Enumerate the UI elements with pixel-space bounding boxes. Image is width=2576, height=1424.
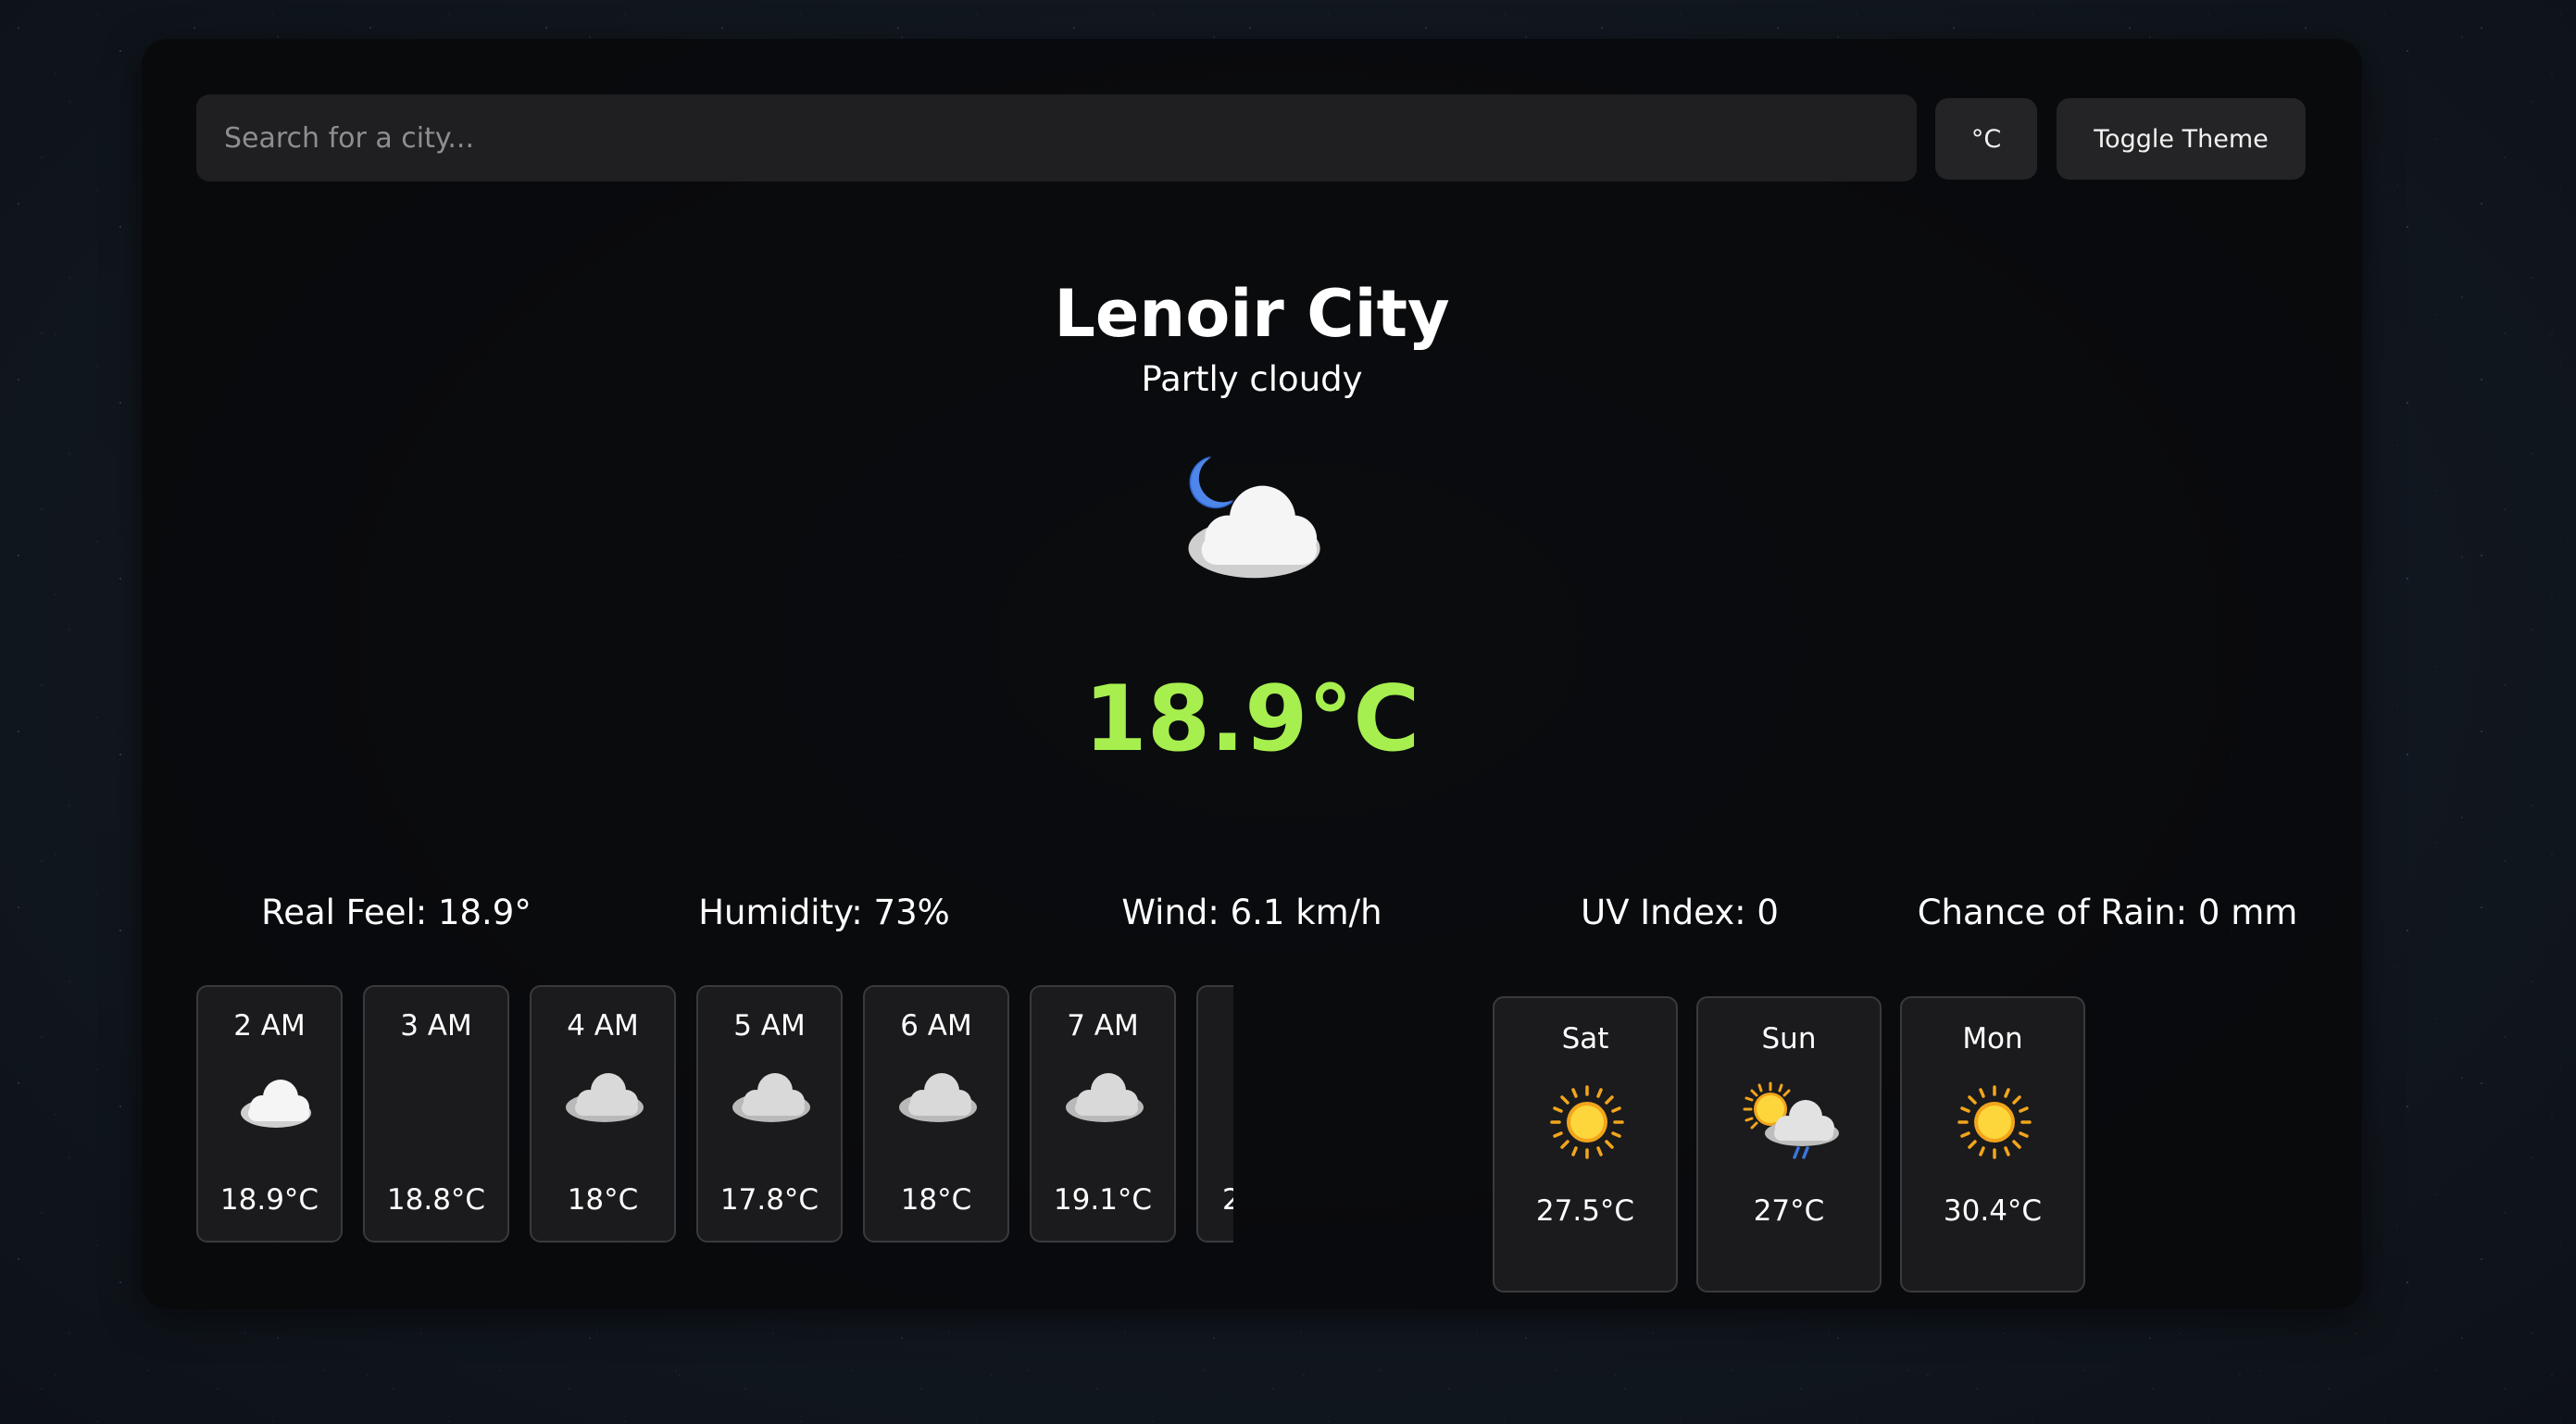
hourly-card: 6 AM 18°C xyxy=(863,985,1009,1243)
moon-cloud-icon xyxy=(225,1054,318,1137)
hourly-temperature: 18.9°C xyxy=(219,1183,319,1217)
city-name: Lenoir City xyxy=(1054,276,1450,352)
cloud-icon xyxy=(892,1054,984,1137)
hourly-temperature: 2 xyxy=(1222,1183,1233,1217)
moon-icon xyxy=(392,1054,484,1137)
hourly-time: 2 AM xyxy=(233,1009,306,1043)
sun-icon xyxy=(1541,1076,1633,1168)
weather-card: °C Toggle Theme Lenoir City Partly cloud… xyxy=(142,39,2362,1309)
daily-card: Mon 30.4°C xyxy=(1900,996,2085,1293)
cloud-icon xyxy=(725,1054,818,1137)
hourly-time: 7 AM xyxy=(1067,1009,1139,1043)
hourly-temperature: 19.1°C xyxy=(1053,1183,1153,1217)
sun-cloud-rain-icon xyxy=(1735,1076,1846,1168)
hourly-time: 4 AM xyxy=(567,1009,639,1043)
current-temperature: 18.9°C xyxy=(1083,667,1420,772)
hourly-temperature: 18.8°C xyxy=(386,1183,486,1217)
sun-icon xyxy=(1948,1076,2041,1168)
hourly-card-partial: 2 xyxy=(1196,985,1233,1243)
hourly-time: 5 AM xyxy=(733,1009,806,1043)
wind-stat: Wind: 6.1 km/h xyxy=(1121,893,1382,932)
cloud-icon xyxy=(558,1054,651,1137)
real-feel-stat: Real Feel: 18.9° xyxy=(261,893,531,932)
uv-index-stat: UV Index: 0 xyxy=(1581,893,1779,932)
humidity-stat: Humidity: 73% xyxy=(698,893,950,932)
daily-day: Sat xyxy=(1561,1022,1609,1056)
weather-condition: Partly cloudy xyxy=(1141,359,1363,399)
city-search-input[interactable] xyxy=(196,94,1917,181)
hourly-card: 7 AM 19.1°C xyxy=(1030,985,1176,1243)
hourly-card: 4 AM 18°C xyxy=(530,985,676,1243)
daily-temperature: 27°C xyxy=(1753,1194,1825,1228)
hourly-card: 3 AM 18.8°C xyxy=(363,985,509,1243)
hourly-forecast[interactable]: 2 AM 18.9°C 3 AM 18.8°C 4 AM 18°C 5 AM 1… xyxy=(196,976,1233,1244)
hourly-card: 2 AM 18.9°C xyxy=(196,985,343,1243)
hourly-temperature: 18°C xyxy=(567,1183,639,1217)
moon-cloud-icon xyxy=(1168,446,1334,594)
daily-temperature: 30.4°C xyxy=(1943,1194,2043,1228)
hourly-temperature: 17.8°C xyxy=(719,1183,819,1217)
daily-card: Sat 27.5°C xyxy=(1493,996,1678,1293)
hourly-temperature: 18°C xyxy=(900,1183,972,1217)
hourly-time: 6 AM xyxy=(900,1009,972,1043)
hourly-card: 5 AM 17.8°C xyxy=(696,985,843,1243)
cloud-icon xyxy=(1058,1054,1151,1137)
daily-card: Sun 27°C xyxy=(1696,996,1882,1293)
unit-toggle-button[interactable]: °C xyxy=(1935,98,2037,180)
daily-temperature: 27.5°C xyxy=(1535,1194,1635,1228)
daily-day: Mon xyxy=(1962,1022,2023,1056)
daily-day: Sun xyxy=(1761,1022,1817,1056)
theme-toggle-button[interactable]: Toggle Theme xyxy=(2057,98,2306,180)
chance-of-rain-stat: Chance of Rain: 0 mm xyxy=(1917,893,2298,932)
hourly-time: 3 AM xyxy=(400,1009,472,1043)
